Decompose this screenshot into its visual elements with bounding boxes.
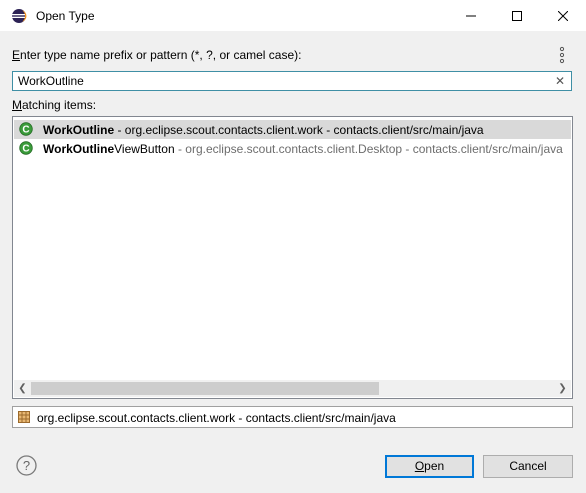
list-item[interactable]: C WorkOutlineViewButton - org.eclipse.sc… (14, 139, 571, 158)
class-icon: C (19, 141, 33, 155)
search-label: Enter type name prefix or pattern (*, ?,… (12, 48, 302, 62)
minimize-button[interactable] (448, 0, 494, 31)
details-text: org.eclipse.scout.contacts.client.work -… (37, 411, 396, 425)
maximize-button[interactable] (494, 0, 540, 31)
horizontal-scrollbar[interactable]: ❮ ❯ (14, 380, 571, 397)
item-detail: - org.eclipse.scout.contacts.client.work… (114, 123, 484, 137)
list-item[interactable]: C WorkOutline - org.eclipse.scout.contac… (14, 120, 571, 139)
search-field[interactable]: ✕ (12, 71, 572, 91)
package-icon (18, 411, 30, 423)
class-icon: C (19, 122, 33, 136)
svg-text:C: C (22, 144, 29, 155)
results-list[interactable]: C WorkOutline - org.eclipse.scout.contac… (12, 116, 573, 399)
item-name-rest: ViewButton (114, 142, 175, 156)
window-title: Open Type (36, 9, 95, 23)
svg-text:C: C (22, 125, 29, 136)
close-icon (558, 10, 568, 21)
matching-items-label: Matching items: (12, 98, 97, 112)
help-icon[interactable]: ? (16, 455, 37, 476)
svg-text:?: ? (23, 458, 30, 473)
scroll-right-icon[interactable]: ❯ (554, 380, 571, 397)
eclipse-icon (12, 9, 27, 23)
scroll-left-icon[interactable]: ❮ (14, 380, 31, 397)
item-match: WorkOutline (43, 123, 115, 137)
maximize-icon (512, 10, 522, 21)
minimize-icon (466, 15, 476, 16)
close-button[interactable] (540, 0, 586, 31)
search-input[interactable] (18, 72, 548, 90)
clear-icon[interactable]: ✕ (553, 73, 567, 89)
view-menu-icon[interactable] (555, 45, 569, 65)
open-button[interactable]: Open (385, 455, 474, 478)
cancel-button[interactable]: Cancel (483, 455, 573, 478)
scrollbar-thumb[interactable] (31, 382, 379, 395)
title-bar: Open Type (0, 0, 586, 31)
item-match: WorkOutline (43, 142, 115, 156)
details-pane: org.eclipse.scout.contacts.client.work -… (12, 406, 573, 428)
item-detail: - org.eclipse.scout.contacts.client.Desk… (174, 142, 563, 156)
